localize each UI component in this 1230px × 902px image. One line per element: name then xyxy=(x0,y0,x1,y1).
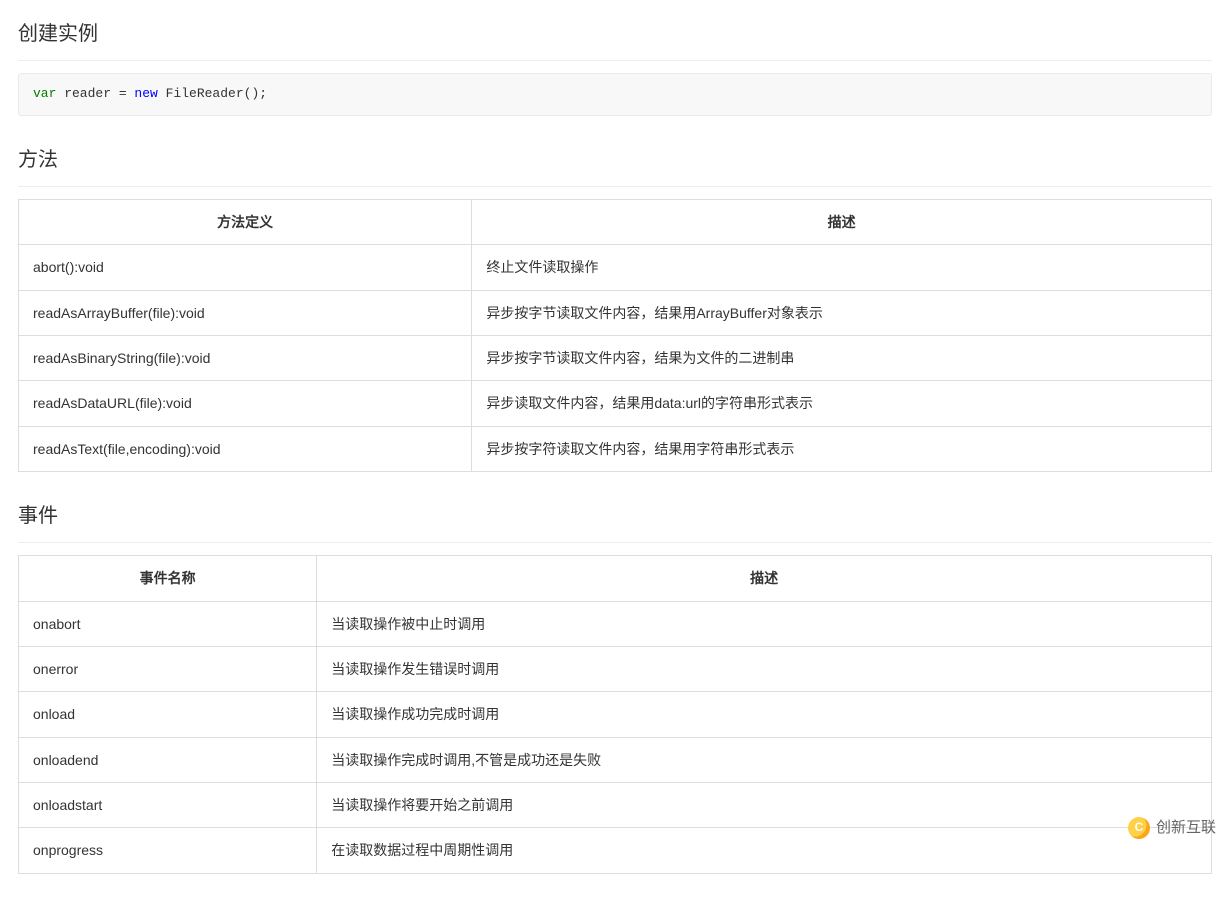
method-cell-name: readAsDataURL(file):void xyxy=(19,381,472,426)
table-row: onerror当读取操作发生错误时调用 xyxy=(19,646,1212,691)
event-cell-description: 当读取操作发生错误时调用 xyxy=(317,646,1212,691)
method-cell-description: 异步读取文件内容，结果用data:url的字符串形式表示 xyxy=(472,381,1212,426)
methods-header-definition: 方法定义 xyxy=(19,199,472,244)
section-heading-create-instance: 创建实例 xyxy=(18,18,1212,61)
method-cell-name: readAsText(file,encoding):void xyxy=(19,426,472,471)
section-heading-events: 事件 xyxy=(18,500,1212,543)
events-table: 事件名称 描述 onabort当读取操作被中止时调用onerror当读取操作发生… xyxy=(18,555,1212,874)
event-cell-name: onabort xyxy=(19,601,317,646)
table-row: readAsText(file,encoding):void异步按字符读取文件内… xyxy=(19,426,1212,471)
method-cell-name: abort():void xyxy=(19,245,472,290)
table-header-row: 方法定义 描述 xyxy=(19,199,1212,244)
table-header-row: 事件名称 描述 xyxy=(19,556,1212,601)
table-row: readAsBinaryString(file):void异步按字节读取文件内容… xyxy=(19,335,1212,380)
table-row: onloadend当读取操作完成时调用,不管是成功还是失败 xyxy=(19,737,1212,782)
events-header-name: 事件名称 xyxy=(19,556,317,601)
code-block-create-instance: var reader = new FileReader(); xyxy=(18,73,1212,116)
methods-header-description: 描述 xyxy=(472,199,1212,244)
method-cell-name: readAsArrayBuffer(file):void xyxy=(19,290,472,335)
table-row: onprogress在读取数据过程中周期性调用 xyxy=(19,828,1212,873)
table-row: onloadstart当读取操作将要开始之前调用 xyxy=(19,783,1212,828)
method-cell-description: 异步按字符读取文件内容，结果用字符串形式表示 xyxy=(472,426,1212,471)
code-token: var xyxy=(33,86,56,101)
code-token: new xyxy=(134,86,157,101)
event-cell-name: onprogress xyxy=(19,828,317,873)
event-cell-name: onerror xyxy=(19,646,317,691)
event-cell-name: onload xyxy=(19,692,317,737)
event-cell-description: 当读取操作完成时调用,不管是成功还是失败 xyxy=(317,737,1212,782)
code-token: FileReader(); xyxy=(158,86,267,101)
events-header-description: 描述 xyxy=(317,556,1212,601)
section-heading-methods: 方法 xyxy=(18,144,1212,187)
event-cell-description: 当读取操作将要开始之前调用 xyxy=(317,783,1212,828)
watermark-logo-icon xyxy=(1128,817,1150,839)
event-cell-description: 当读取操作被中止时调用 xyxy=(317,601,1212,646)
event-cell-name: onloadend xyxy=(19,737,317,782)
event-cell-description: 在读取数据过程中周期性调用 xyxy=(317,828,1212,873)
event-cell-description: 当读取操作成功完成时调用 xyxy=(317,692,1212,737)
table-row: onabort当读取操作被中止时调用 xyxy=(19,601,1212,646)
table-row: readAsDataURL(file):void异步读取文件内容，结果用data… xyxy=(19,381,1212,426)
table-row: abort():void终止文件读取操作 xyxy=(19,245,1212,290)
watermark-text: 创新互联 xyxy=(1156,816,1216,840)
event-cell-name: onloadstart xyxy=(19,783,317,828)
watermark: 创新互联 xyxy=(1128,816,1216,840)
methods-table: 方法定义 描述 abort():void终止文件读取操作readAsArrayB… xyxy=(18,199,1212,472)
method-cell-description: 异步按字节读取文件内容，结果用ArrayBuffer对象表示 xyxy=(472,290,1212,335)
table-row: readAsArrayBuffer(file):void异步按字节读取文件内容，… xyxy=(19,290,1212,335)
method-cell-name: readAsBinaryString(file):void xyxy=(19,335,472,380)
table-row: onload当读取操作成功完成时调用 xyxy=(19,692,1212,737)
code-token: reader = xyxy=(56,86,134,101)
method-cell-description: 异步按字节读取文件内容，结果为文件的二进制串 xyxy=(472,335,1212,380)
method-cell-description: 终止文件读取操作 xyxy=(472,245,1212,290)
